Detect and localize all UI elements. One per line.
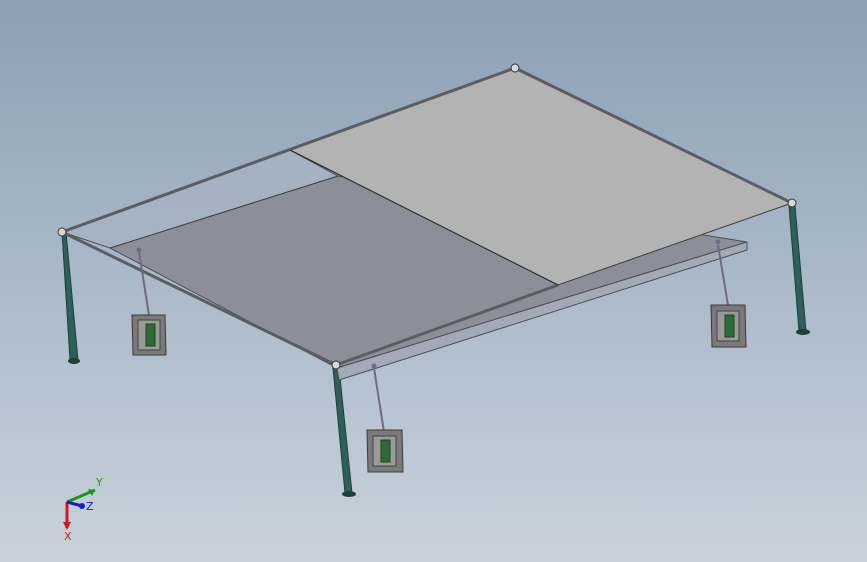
coordinate-triad: Y Z X: [63, 476, 103, 540]
bracket-right[interactable]: [710, 304, 747, 348]
bracket-front[interactable]: [366, 429, 404, 473]
x-label: X: [64, 530, 72, 540]
graphics-viewport[interactable]: Y Z X: [0, 0, 867, 562]
y-label: Y: [95, 476, 103, 489]
3d-model-scene[interactable]: [0, 0, 867, 562]
leg-left[interactable]: [61, 231, 80, 364]
leg-front[interactable]: [332, 367, 356, 497]
leg-right[interactable]: [788, 205, 810, 335]
z-label: Z: [86, 500, 94, 513]
bracket-left[interactable]: [131, 314, 167, 356]
